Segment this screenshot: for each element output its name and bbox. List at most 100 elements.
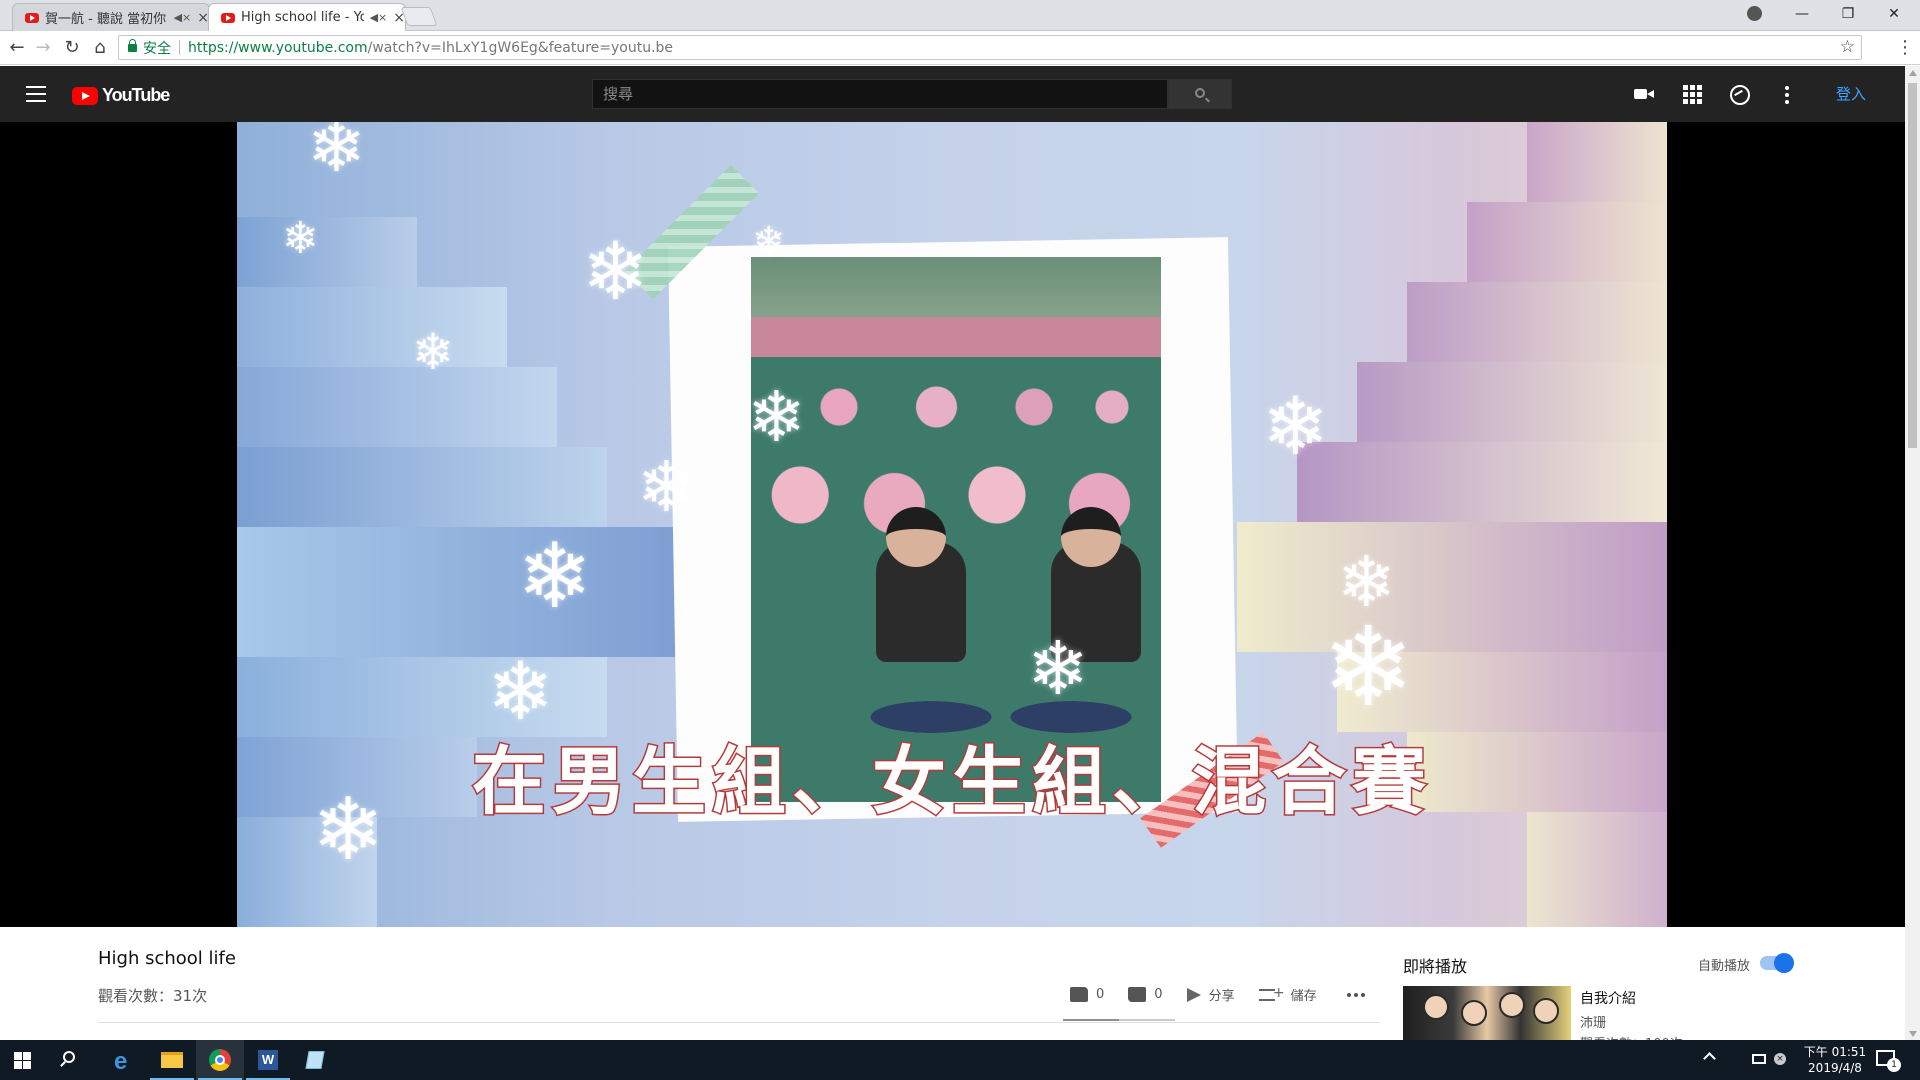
scroll-up-arrow-icon[interactable] xyxy=(1909,70,1917,76)
background-stripe xyxy=(237,217,417,287)
chrome-taskbar-button[interactable] xyxy=(196,1040,244,1080)
snowflake-icon: ❄ xyxy=(747,376,806,458)
thumbs-down-icon xyxy=(1128,987,1147,1002)
tab-title: High school life - Yo xyxy=(241,10,364,25)
snowflake-icon: ❄ xyxy=(1322,603,1415,731)
secure-label: 安全 xyxy=(143,40,171,57)
sentiment-bar xyxy=(1063,1019,1175,1021)
up-next-channel[interactable]: 沛珊 xyxy=(1580,1012,1606,1031)
speaker-muted-icon[interactable]: ◀× xyxy=(174,11,192,24)
apps-grid-icon[interactable] xyxy=(1680,82,1704,106)
photo-face xyxy=(1061,507,1121,567)
save-button[interactable]: 儲存 xyxy=(1258,985,1317,1004)
browser-tab-1[interactable]: 賀一航 - 聽說 當初你 決定 ◀× × xyxy=(12,3,210,31)
background-stripe xyxy=(1527,812,1667,927)
dislike-button[interactable]: 0 xyxy=(1128,987,1163,1002)
youtube-logo[interactable]: YouTube xyxy=(72,85,170,106)
snowflake-icon: ❄ xyxy=(752,219,786,265)
messages-icon[interactable] xyxy=(1727,82,1751,106)
chrome-icon xyxy=(209,1049,231,1071)
class-photo xyxy=(751,257,1161,802)
more-options-icon[interactable] xyxy=(1775,82,1799,106)
toggle-knob xyxy=(1774,953,1794,973)
background-stripe xyxy=(237,527,677,657)
thumbs-up-icon xyxy=(1070,987,1088,1002)
new-tab-button[interactable] xyxy=(400,7,438,26)
create-video-icon[interactable] xyxy=(1632,82,1656,106)
background-stripe xyxy=(1357,362,1667,442)
word-icon: W xyxy=(258,1050,278,1070)
file-explorer-taskbar-button[interactable] xyxy=(148,1040,196,1080)
reload-icon[interactable]: ↻ xyxy=(60,36,84,60)
divider xyxy=(98,1022,1380,1023)
window-close-button[interactable]: ✕ xyxy=(1871,0,1917,28)
youtube-logo-text: YouTube xyxy=(102,85,170,105)
sign-in-button[interactable]: 登入 xyxy=(1836,83,1866,104)
search-input[interactable] xyxy=(592,79,1168,109)
restore-button[interactable]: ❐ xyxy=(1825,0,1871,28)
background-stripe xyxy=(1467,202,1667,282)
edge-icon: e xyxy=(114,1048,128,1075)
taskbar-search-icon[interactable] xyxy=(63,1051,75,1063)
snowflake-icon: ❄ xyxy=(517,524,593,629)
more-actions-icon[interactable] xyxy=(1346,992,1365,997)
windows-taskbar: e W × 下午 01:51 2019/4/8 1 xyxy=(0,1040,1920,1080)
up-next-title[interactable]: 自我介紹 xyxy=(1580,988,1636,1008)
home-icon[interactable]: ⌂ xyxy=(88,36,112,60)
notepad-icon xyxy=(305,1051,325,1069)
snowflake-icon: ❄ xyxy=(307,122,366,188)
profile-icon[interactable] xyxy=(1747,6,1762,21)
back-arrow-icon[interactable]: ← xyxy=(5,36,29,60)
notepad-taskbar-button[interactable] xyxy=(292,1040,340,1080)
snowflake-icon: ❄ xyxy=(487,645,555,738)
youtube-play-logo-icon xyxy=(72,86,98,105)
search-button[interactable] xyxy=(1168,79,1232,109)
video-title: High school life xyxy=(98,948,236,969)
taskbar-clock[interactable]: 下午 01:51 2019/4/8 xyxy=(1800,1044,1870,1076)
speaker-muted-icon[interactable]: ◀× xyxy=(370,11,388,24)
browser-tab-strip: 賀一航 - 聽說 當初你 決定 ◀× × High school life - … xyxy=(0,0,1920,31)
background-stripe xyxy=(1237,522,1667,652)
up-next-thumbnail[interactable] xyxy=(1403,986,1571,1040)
video-subtitle: 在男生組、女生組、混合賽 xyxy=(471,738,1432,827)
chrome-menu-icon[interactable]: ⋮ xyxy=(1896,37,1914,58)
thumbnail-face xyxy=(1423,994,1449,1020)
hamburger-menu-icon[interactable] xyxy=(26,86,46,102)
video-player[interactable]: ❄ ❄ ❄ ❄ ❄ ❄ ❄ ❄ ❄ ❄ ❄ ❄ ❄ ❄ 在男生組、女生組、混合賽 xyxy=(0,122,1905,927)
snowflake-icon: ❄ xyxy=(637,446,696,528)
bookmark-star-icon[interactable]: ☆ xyxy=(1840,37,1855,57)
video-frame[interactable]: ❄ ❄ ❄ ❄ ❄ ❄ ❄ ❄ ❄ ❄ ❄ ❄ ❄ ❄ 在男生組、女生組、混合賽 xyxy=(237,122,1667,927)
photo-face xyxy=(886,507,946,567)
minimize-button[interactable]: — xyxy=(1779,0,1825,28)
show-hidden-icons-icon[interactable] xyxy=(1703,1052,1716,1065)
autoplay-toggle[interactable] xyxy=(1760,953,1794,973)
forward-arrow-icon[interactable]: → xyxy=(31,36,55,60)
address-bar-row: ← → ↻ ⌂ 安全 https://www.youtube.com /watc… xyxy=(0,31,1920,65)
edge-taskbar-button[interactable]: e xyxy=(100,1040,148,1080)
snowflake-icon: ❄ xyxy=(282,213,319,264)
background-stripe xyxy=(1527,122,1667,202)
snowflake-icon: ❄ xyxy=(1262,380,1330,473)
scrollbar-thumb[interactable] xyxy=(1908,83,1917,448)
share-button[interactable]: 分享 xyxy=(1186,985,1235,1004)
network-icon[interactable] xyxy=(1752,1054,1766,1064)
clock-date: 2019/4/8 xyxy=(1808,1061,1862,1075)
browser-tab-2[interactable]: High school life - Yo ◀× × xyxy=(208,3,406,31)
windows-start-icon[interactable] xyxy=(14,1052,31,1069)
share-label: 分享 xyxy=(1208,989,1235,1004)
background-stripe xyxy=(237,287,507,367)
scroll-down-arrow-icon[interactable] xyxy=(1909,1031,1917,1037)
thumbnail-face xyxy=(1533,998,1559,1024)
like-button[interactable]: 0 xyxy=(1070,987,1104,1002)
omnibox[interactable]: 安全 https://www.youtube.com /watch?v=IhLx… xyxy=(118,35,1862,60)
snowflake-icon: ❄ xyxy=(1027,626,1090,712)
background-stripe xyxy=(237,367,557,447)
page-scrollbar[interactable] xyxy=(1905,66,1920,1041)
word-taskbar-button[interactable]: W xyxy=(244,1040,292,1080)
share-arrow-icon xyxy=(1186,987,1201,1002)
volume-muted-icon[interactable]: × xyxy=(1774,1053,1786,1065)
autoplay-label: 自動播放 xyxy=(1698,959,1751,974)
thumbnail-face xyxy=(1499,992,1525,1018)
action-center-icon[interactable]: 1 xyxy=(1876,1050,1901,1072)
up-next-heading: 即將播放 xyxy=(1403,957,1468,976)
